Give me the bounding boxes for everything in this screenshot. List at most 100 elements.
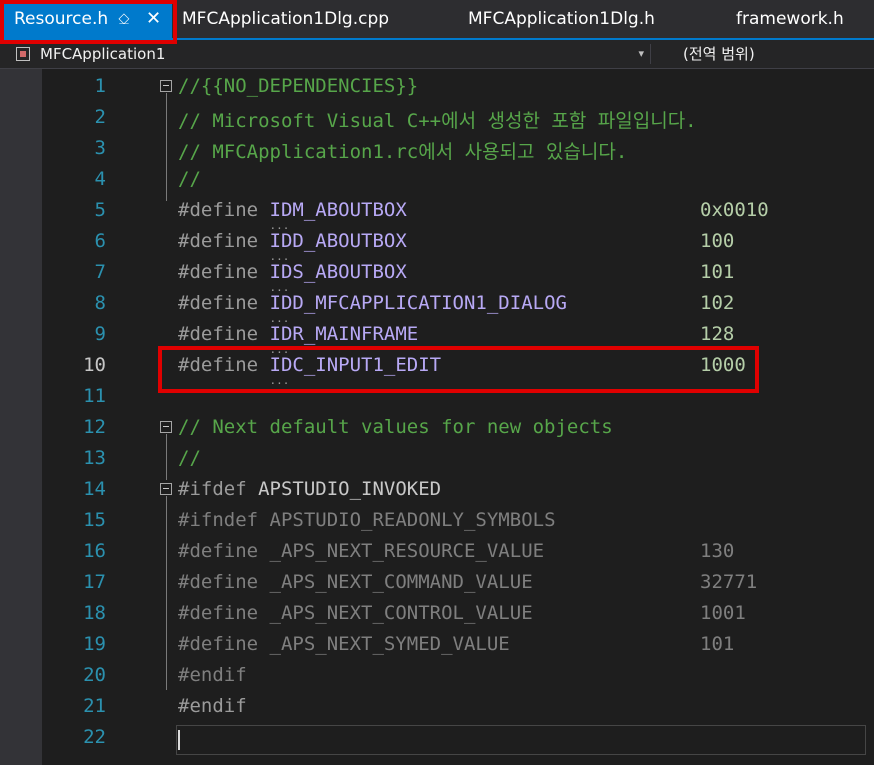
tab-label: framework.h bbox=[736, 9, 844, 29]
code-text: #define _APS_NEXT_COMMAND_VALUE bbox=[178, 571, 533, 593]
tab-framework-h[interactable]: framework.h bbox=[736, 0, 844, 38]
macro-value: 32771 bbox=[700, 571, 758, 593]
code-text: #define _APS_NEXT_RESOURCE_VALUE bbox=[178, 540, 544, 562]
macro-name: IDD_MFCAPPLICATION1_DIALOG... bbox=[269, 292, 567, 324]
code-line: 3 // MFCApplication1.rc에서 사용되고 있습니다. bbox=[0, 133, 874, 164]
macro-name-text: IDR_MAINFRAME bbox=[269, 323, 419, 345]
code-line: 17 #define _APS_NEXT_COMMAND_VALUE 32771 bbox=[0, 567, 874, 598]
directive-keyword: #define bbox=[178, 633, 259, 655]
line-number: 11 bbox=[83, 385, 106, 407]
code-text: #define IDM_ABOUTBOX... bbox=[178, 199, 407, 231]
code-line: 4 // bbox=[0, 164, 874, 195]
current-line-highlight bbox=[176, 725, 866, 755]
macro-value: 100 bbox=[700, 230, 735, 252]
macro-name: APSTUDIO_INVOKED bbox=[258, 478, 442, 500]
collapse-toggle-icon[interactable] bbox=[160, 483, 172, 495]
code-text: #ifndef APSTUDIO_READONLY_SYMBOLS bbox=[178, 509, 556, 531]
code-text: #define IDR_MAINFRAME... bbox=[178, 323, 419, 355]
macro-name: IDR_MAINFRAME... bbox=[269, 323, 419, 355]
tab-label: MFCApplication1Dlg.h bbox=[468, 9, 655, 29]
project-label: MFCApplication1 bbox=[40, 45, 166, 63]
line-number: 8 bbox=[94, 292, 106, 314]
line-number: 18 bbox=[83, 602, 106, 624]
macro-name-text: IDD_ABOUTBOX bbox=[269, 230, 407, 252]
code-line: 16 #define _APS_NEXT_RESOURCE_VALUE 130 bbox=[0, 536, 874, 567]
line-number: 4 bbox=[94, 168, 106, 190]
macro-name-text: IDS_ABOUTBOX bbox=[269, 261, 407, 283]
code-line: 12 // Next default values for new object… bbox=[0, 412, 874, 443]
code-text: // Next default values for new objects bbox=[178, 416, 613, 438]
line-number: 1 bbox=[94, 75, 106, 97]
code-line: 19 #define _APS_NEXT_SYMED_VALUE 101 bbox=[0, 629, 874, 660]
code-text: // MFCApplication1.rc에서 사용되고 있습니다. bbox=[178, 141, 628, 163]
macro-name: IDC_INPUT1_EDIT... bbox=[269, 354, 442, 386]
tab-bar: Resource.h ⎐ ✕ MFCApplication1Dlg.cpp MF… bbox=[0, 0, 874, 44]
code-text: #define IDS_ABOUTBOX... bbox=[178, 261, 407, 293]
directive-keyword: #define bbox=[178, 323, 259, 345]
project-dropdown[interactable]: MFCApplication1 ▾ bbox=[12, 40, 648, 68]
macro-value: 128 bbox=[700, 323, 735, 345]
code-text: // bbox=[178, 447, 201, 469]
code-line: 18 #define _APS_NEXT_CONTROL_VALUE 1001 bbox=[0, 598, 874, 629]
text-caret bbox=[178, 730, 180, 750]
macro-name: IDM_ABOUTBOX... bbox=[269, 199, 407, 231]
macro-value: 1001 bbox=[700, 602, 746, 624]
directive-keyword: #ifndef bbox=[178, 509, 259, 531]
macro-value: 102 bbox=[700, 292, 735, 314]
code-text: #define _APS_NEXT_CONTROL_VALUE bbox=[178, 602, 533, 624]
line-number: 15 bbox=[83, 509, 106, 531]
directive-keyword: #ifdef bbox=[178, 478, 247, 500]
navigation-bar: MFCApplication1 ▾ (전역 범위) bbox=[0, 40, 874, 69]
macro-value: 101 bbox=[700, 633, 735, 655]
code-line: 2 // Microsoft Visual C++에서 생성한 포함 파일입니다… bbox=[0, 102, 874, 133]
pin-icon[interactable]: ⎐ bbox=[118, 0, 130, 38]
close-icon[interactable]: ✕ bbox=[146, 0, 161, 38]
macro-value: 130 bbox=[700, 540, 735, 562]
code-text: #endif bbox=[178, 664, 247, 686]
directive-keyword: #define bbox=[178, 292, 259, 314]
macro-name: _APS_NEXT_COMMAND_VALUE bbox=[269, 571, 533, 593]
macro-value: 101 bbox=[700, 261, 735, 283]
directive-keyword: #define bbox=[178, 602, 259, 624]
code-text: #define IDD_ABOUTBOX... bbox=[178, 230, 407, 262]
line-number: 5 bbox=[94, 199, 106, 221]
scope-dropdown[interactable]: (전역 범위) bbox=[683, 40, 755, 68]
code-line: 15 #ifndef APSTUDIO_READONLY_SYMBOLS bbox=[0, 505, 874, 536]
code-line: 1 //{{NO_DEPENDENCIES}} bbox=[0, 71, 874, 102]
line-number: 6 bbox=[94, 230, 106, 252]
macro-name-text: IDD_MFCAPPLICATION1_DIALOG bbox=[269, 292, 567, 314]
code-editor[interactable]: 1 //{{NO_DEPENDENCIES}} 2 // Microsoft V… bbox=[0, 69, 874, 765]
line-number: 21 bbox=[83, 695, 106, 717]
collapse-toggle-icon[interactable] bbox=[160, 80, 172, 92]
code-text: //{{NO_DEPENDENCIES}} bbox=[178, 75, 419, 97]
line-number: 14 bbox=[83, 478, 106, 500]
macro-name-text: IDM_ABOUTBOX bbox=[269, 199, 407, 221]
code-text: // bbox=[178, 168, 201, 190]
line-number: 2 bbox=[94, 106, 106, 128]
macro-name: IDD_ABOUTBOX... bbox=[269, 230, 407, 262]
directive-keyword: #define bbox=[178, 540, 259, 562]
macro-name: _APS_NEXT_CONTROL_VALUE bbox=[269, 602, 533, 624]
code-line: 14 #ifdef APSTUDIO_INVOKED bbox=[0, 474, 874, 505]
macro-name: IDS_ABOUTBOX... bbox=[269, 261, 407, 293]
collapse-toggle-icon[interactable] bbox=[160, 421, 172, 433]
code-text: // Microsoft Visual C++에서 생성한 포함 파일입니다. bbox=[178, 110, 697, 132]
line-number: 12 bbox=[83, 416, 106, 438]
macro-name: _APS_NEXT_RESOURCE_VALUE bbox=[269, 540, 545, 562]
macro-name-text: IDC_INPUT1_EDIT bbox=[269, 354, 442, 376]
macro-value: 1000 bbox=[700, 354, 746, 376]
directive-keyword: #define bbox=[178, 571, 259, 593]
code-line: 10 #define IDC_INPUT1_EDIT... 1000 bbox=[0, 350, 874, 386]
line-number: 7 bbox=[94, 261, 106, 283]
directive-keyword: #define bbox=[178, 199, 259, 221]
tab-resource-h[interactable]: Resource.h ⎐ ✕ bbox=[0, 0, 172, 38]
code-line: 7 #define IDS_ABOUTBOX... 101 bbox=[0, 257, 874, 293]
tab-mfcapplication1dlg-cpp[interactable]: MFCApplication1Dlg.cpp bbox=[182, 0, 389, 38]
tab-mfcapplication1dlg-h[interactable]: MFCApplication1Dlg.h bbox=[468, 0, 655, 38]
tab-label: Resource.h bbox=[14, 9, 109, 29]
divider bbox=[650, 44, 651, 64]
line-number: 10 bbox=[83, 354, 106, 376]
code-text: #define IDD_MFCAPPLICATION1_DIALOG... bbox=[178, 292, 567, 324]
line-number: 16 bbox=[83, 540, 106, 562]
line-number: 3 bbox=[94, 137, 106, 159]
